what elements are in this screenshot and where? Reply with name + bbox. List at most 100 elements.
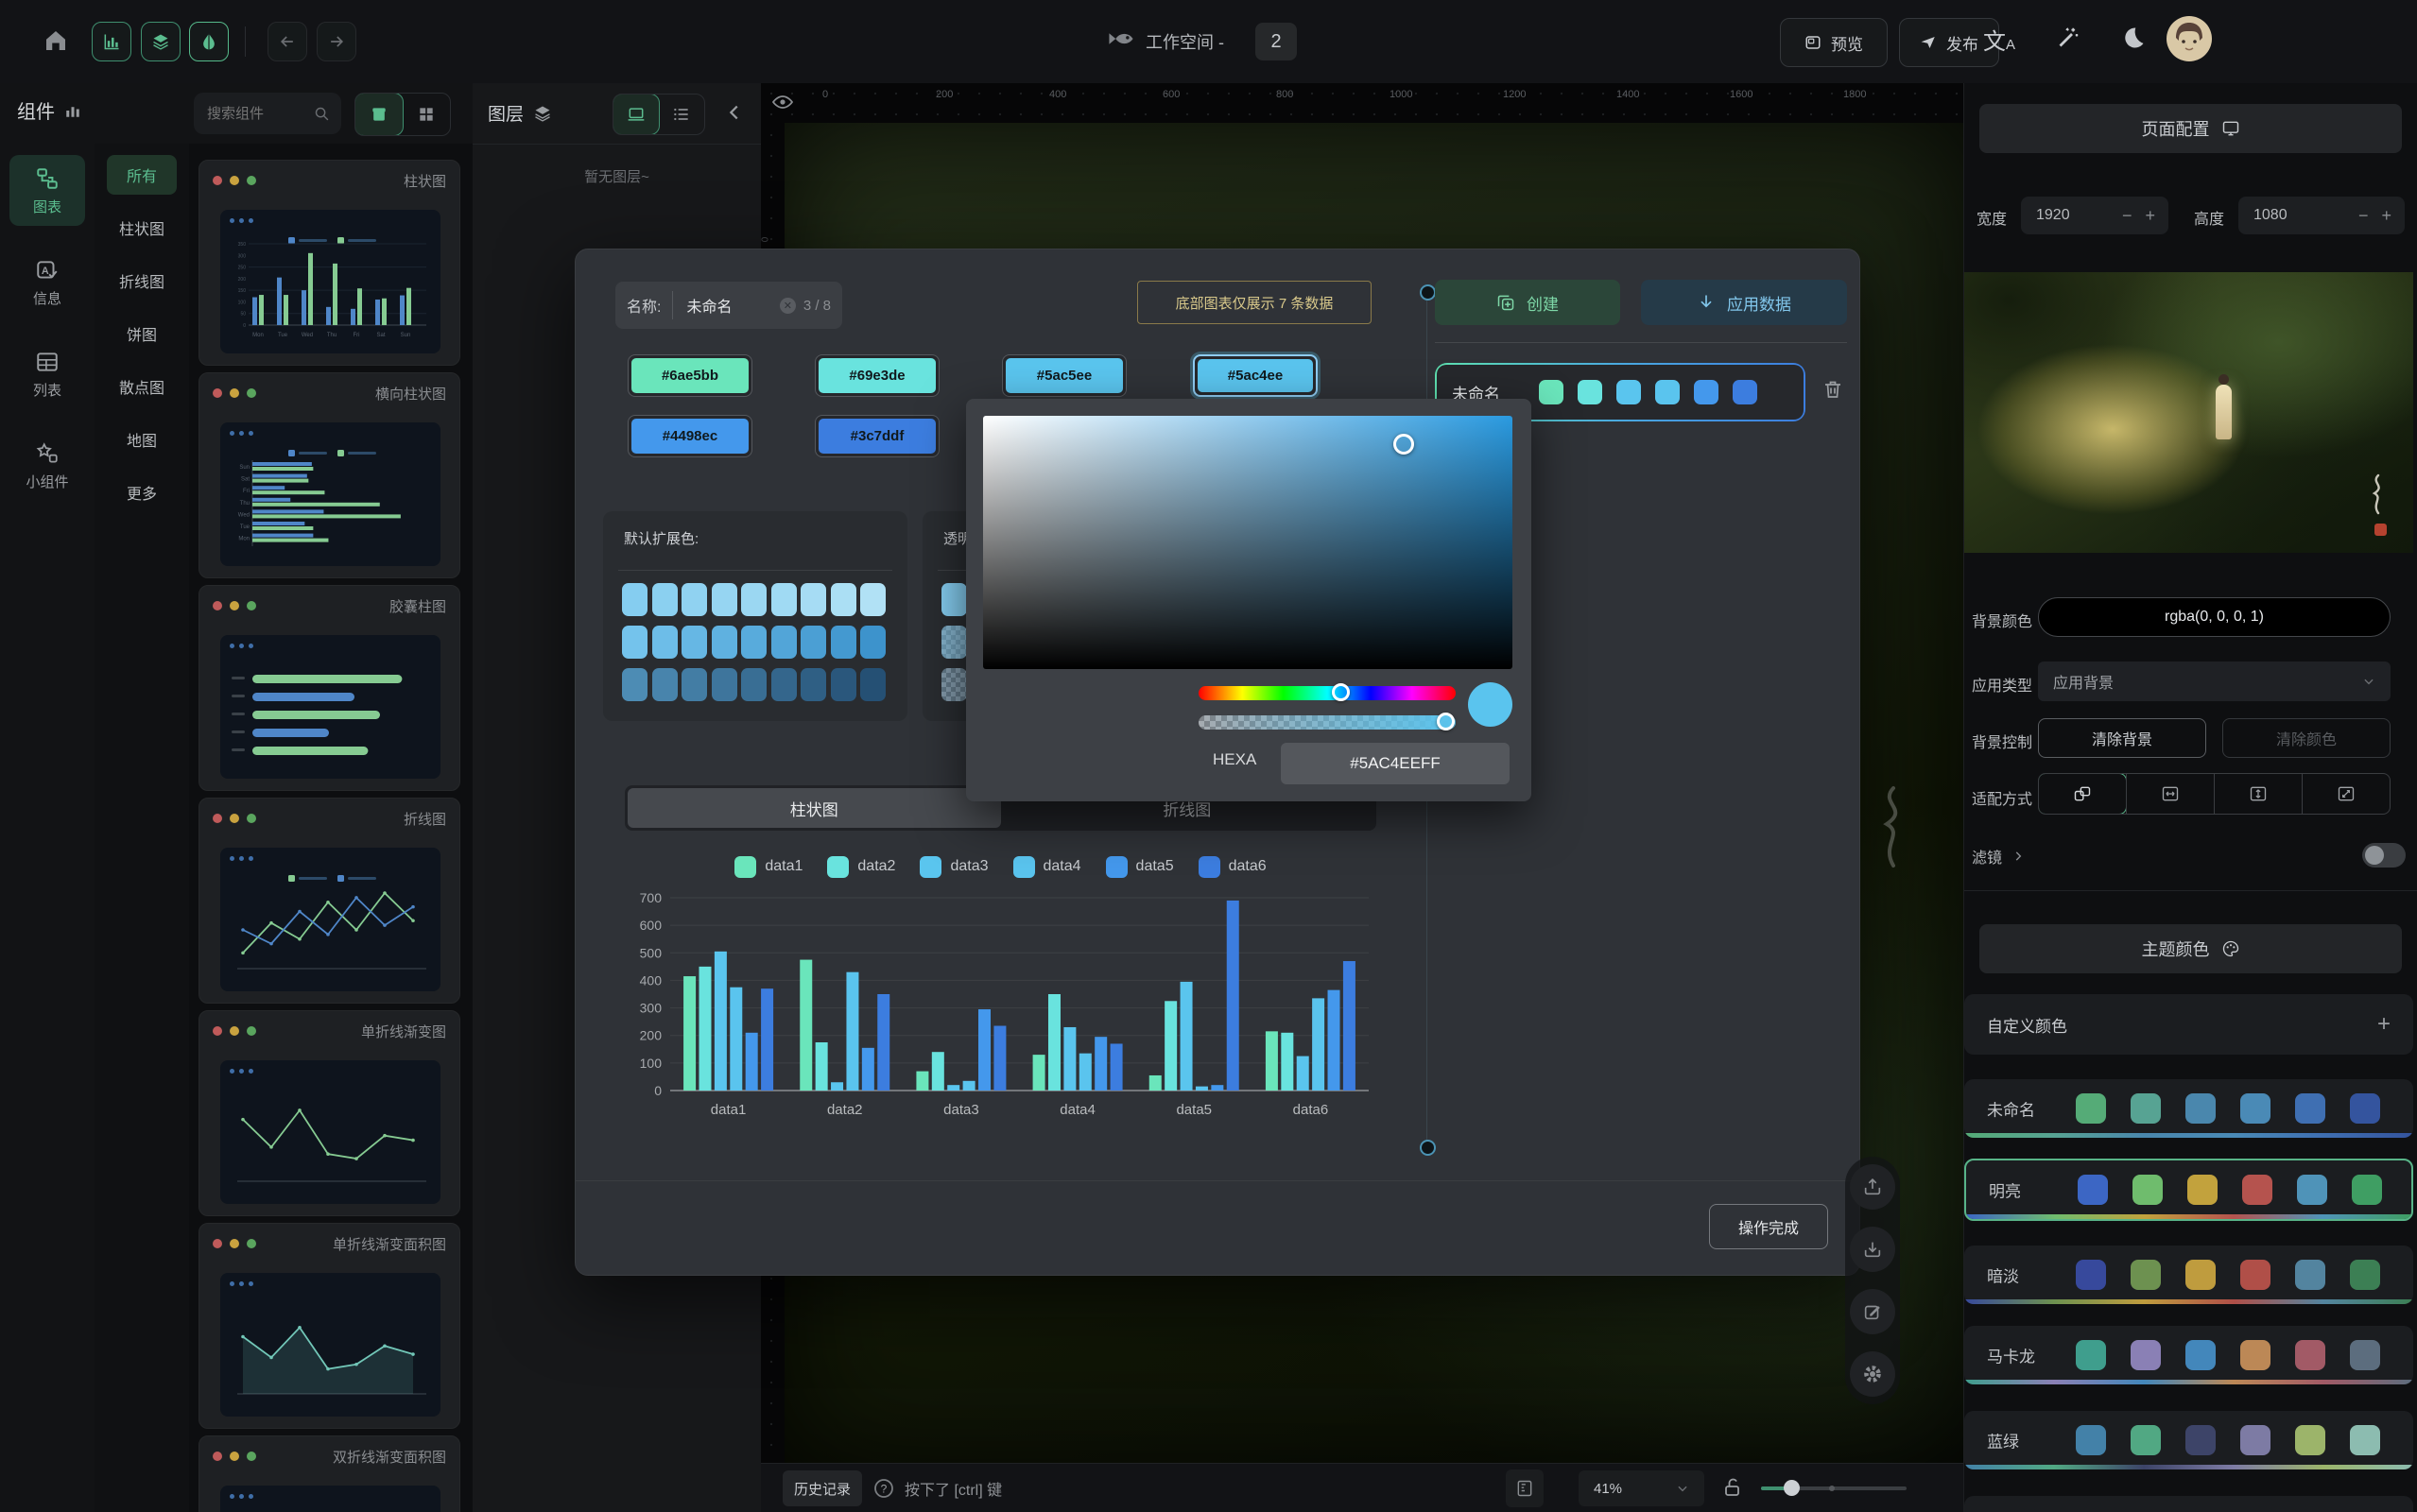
theme-tool-button[interactable] — [189, 22, 229, 61]
grid-view-button[interactable] — [403, 94, 450, 135]
category-饼图[interactable]: 饼图 — [107, 314, 177, 353]
extended-color-swatch[interactable] — [771, 668, 797, 701]
legend-item-data5[interactable]: data5 — [1106, 856, 1174, 878]
settings-gear-icon[interactable] — [1850, 1351, 1895, 1397]
legend-item-data4[interactable]: data4 — [1013, 856, 1081, 878]
extended-color-swatch[interactable] — [941, 626, 967, 659]
magic-wand-icon[interactable] — [2053, 25, 2081, 53]
name-value[interactable]: 未命名 — [673, 294, 779, 317]
extended-color-swatch[interactable] — [712, 668, 737, 701]
extended-color-swatch[interactable] — [622, 668, 647, 701]
chevron-right-icon[interactable] — [2011, 850, 2025, 863]
extended-color-swatch[interactable] — [652, 583, 678, 616]
theme-row-马卡龙[interactable]: 马卡龙 — [1964, 1326, 2413, 1384]
add-custom-color-button[interactable]: + — [2377, 1011, 2391, 1038]
tab-柱状图[interactable]: 柱状图 — [628, 788, 1001, 828]
extended-color-swatch[interactable] — [682, 626, 707, 659]
legend-item-data6[interactable]: data6 — [1199, 856, 1267, 878]
extended-color-swatch[interactable] — [831, 668, 856, 701]
create-button[interactable]: 创建 — [1435, 280, 1620, 325]
download-button[interactable] — [1850, 1227, 1895, 1272]
fit-height-button[interactable] — [2214, 774, 2302, 814]
component-card-折线图[interactable]: 折线图 — [199, 798, 460, 1004]
sidebar-item-小组件[interactable]: 小组件 — [9, 430, 85, 501]
component-card-胶囊柱图[interactable]: 胶囊柱图 — [199, 585, 460, 791]
zoom-select[interactable]: 41% — [1579, 1470, 1704, 1506]
extended-color-swatch[interactable] — [771, 583, 797, 616]
color-chip-#69e3de[interactable]: #69e3de — [815, 354, 940, 397]
edit-button[interactable] — [1850, 1289, 1895, 1334]
preview-button[interactable]: 预览 — [1780, 18, 1888, 67]
bg-color-swatch[interactable]: rgba(0, 0, 0, 1) — [2038, 597, 2391, 637]
custom-color-row[interactable]: 自定义颜色 + — [1964, 994, 2413, 1055]
extended-color-swatch[interactable] — [801, 668, 826, 701]
legend-item-data2[interactable]: data2 — [827, 856, 895, 878]
extended-color-swatch[interactable] — [831, 626, 856, 659]
color-chip-#5ac4ee[interactable]: #5ac4ee — [1193, 354, 1318, 397]
chart-tool-button[interactable] — [92, 22, 131, 61]
category-所有[interactable]: 所有 — [107, 155, 177, 195]
legend-item-data3[interactable]: data3 — [920, 856, 988, 878]
color-chip-#4498ec[interactable]: #4498ec — [628, 415, 752, 457]
clear-background-button[interactable]: 清除背景 — [2038, 718, 2206, 758]
component-search[interactable] — [194, 93, 341, 134]
width-minus-button[interactable]: − — [2122, 206, 2132, 226]
fit-auto-button[interactable] — [2038, 773, 2127, 815]
fit-stretch-button[interactable] — [2302, 774, 2390, 814]
width-value[interactable]: 1920 — [2021, 207, 2070, 224]
language-icon[interactable]: 文A — [1983, 23, 2015, 56]
home-icon[interactable] — [42, 26, 70, 55]
redo-button[interactable] — [317, 22, 356, 61]
height-plus-button[interactable]: + — [2368, 206, 2405, 226]
theme-row-暗淡[interactable]: 暗淡 — [1964, 1246, 2413, 1304]
category-柱状图[interactable]: 柱状图 — [107, 208, 177, 248]
theme-name-field[interactable]: 名称: 未命名 ✕ 3 / 8 — [615, 282, 842, 329]
height-value[interactable]: 1080 — [2238, 207, 2288, 224]
extended-color-swatch[interactable] — [652, 668, 678, 701]
upload-button[interactable] — [1850, 1164, 1895, 1210]
extended-color-swatch[interactable] — [801, 583, 826, 616]
zoom-slider-handle[interactable] — [1784, 1480, 1800, 1496]
extended-color-swatch[interactable] — [741, 583, 767, 616]
extended-color-swatch[interactable] — [712, 626, 737, 659]
sidebar-item-信息[interactable]: A信息 — [9, 247, 85, 318]
width-plus-button[interactable]: + — [2132, 206, 2168, 226]
extended-color-swatch[interactable] — [941, 583, 967, 616]
extended-color-swatch[interactable] — [860, 583, 886, 616]
sv-selector[interactable] — [1393, 434, 1414, 455]
component-card-横向柱状图[interactable]: 横向柱状图SunSatFriThuWedTueMon — [199, 372, 460, 578]
unlock-icon[interactable] — [1721, 1476, 1744, 1499]
extended-color-swatch[interactable] — [860, 668, 886, 701]
clear-color-button[interactable]: 清除颜色 — [2222, 718, 2391, 758]
screen-view-button[interactable] — [613, 94, 660, 135]
undo-button[interactable] — [268, 22, 307, 61]
extended-color-swatch[interactable] — [831, 583, 856, 616]
clear-name-icon[interactable]: ✕ — [780, 298, 796, 314]
dark-mode-moon-icon[interactable] — [2120, 25, 2147, 51]
avatar[interactable] — [2167, 16, 2212, 61]
color-chip-#5ac5ee[interactable]: #5ac5ee — [1002, 354, 1127, 397]
hex-input[interactable] — [1281, 743, 1510, 784]
search-input[interactable] — [205, 105, 314, 123]
extended-color-swatch[interactable] — [682, 583, 707, 616]
fit-width-button[interactable] — [2126, 774, 2214, 814]
height-minus-button[interactable]: − — [2358, 206, 2369, 226]
component-card-柱状图[interactable]: 柱状图MonTueWedThuFriSatSun0501001502002503… — [199, 160, 460, 366]
extended-color-swatch[interactable] — [771, 626, 797, 659]
extended-color-swatch[interactable] — [860, 626, 886, 659]
filter-toggle[interactable] — [2362, 843, 2406, 868]
hue-handle[interactable] — [1332, 683, 1350, 701]
splitter-handle-top[interactable] — [1420, 284, 1436, 301]
theme-row-明亮[interactable]: 明亮 — [1964, 1159, 2413, 1221]
extended-color-swatch[interactable] — [622, 626, 647, 659]
list-view-button[interactable] — [659, 94, 704, 134]
extended-color-swatch[interactable] — [682, 668, 707, 701]
layers-tool-button[interactable] — [141, 22, 181, 61]
history-button[interactable]: 历史记录 — [783, 1470, 862, 1506]
help-icon[interactable]: ? — [872, 1477, 895, 1500]
theme-row-partial[interactable] — [1964, 1496, 2413, 1512]
category-折线图[interactable]: 折线图 — [107, 261, 177, 301]
sidebar-item-图表[interactable]: 图表 — [9, 155, 85, 226]
zoom-slider[interactable] — [1761, 1486, 1907, 1490]
extended-color-swatch[interactable] — [741, 668, 767, 701]
